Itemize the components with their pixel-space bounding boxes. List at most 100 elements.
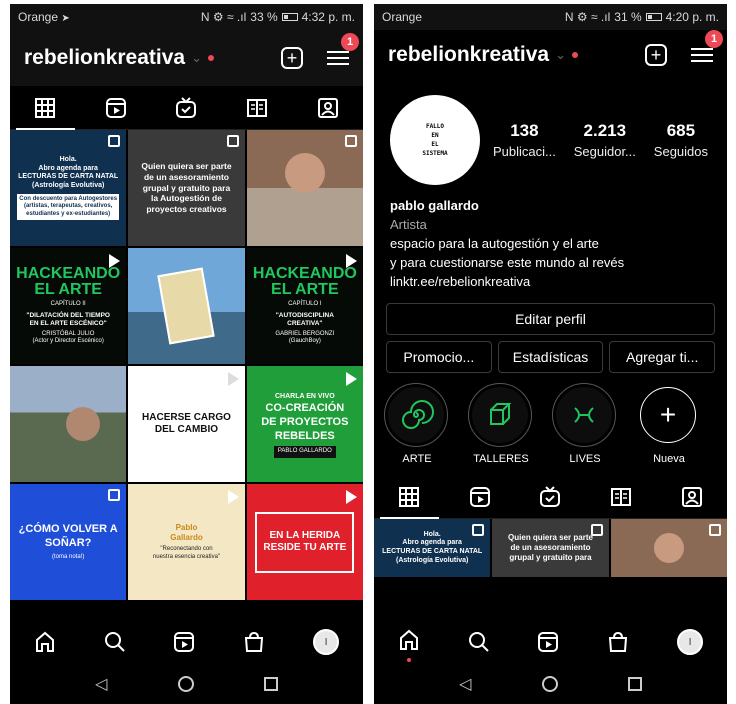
bio-link[interactable]: linktr.ee/rebelionkreativa — [390, 272, 711, 291]
reel-icon — [227, 372, 239, 386]
post-tile[interactable]: HACKEANDO EL ARTE CAPÍTULO I "AUTODISCIP… — [246, 248, 363, 364]
search-icon[interactable] — [104, 631, 126, 653]
reel-icon — [227, 490, 239, 504]
back-icon[interactable]: ◁ — [95, 674, 107, 694]
post-tile[interactable] — [128, 248, 245, 364]
carousel-icon — [472, 524, 485, 536]
story-highlights: ARTE TALLERES LIVES + Nueva — [374, 373, 727, 465]
menu-button[interactable]: 1 — [327, 33, 359, 69]
post-subtitle: "DILATACIÓN DEL TIEMPO EN EL ARTE ESCÉNI… — [26, 311, 110, 327]
reel-icon — [346, 490, 357, 504]
username[interactable]: rebelionkreativa — [388, 43, 549, 67]
profile-avatar-nav[interactable]: I — [313, 629, 340, 655]
avatar-text: FALLO EN EL SISTEMA — [422, 123, 448, 157]
post-tile[interactable]: Hola. Abro agenda para LECTURAS DE CARTA… — [374, 519, 491, 577]
tab-reels[interactable] — [81, 86, 152, 129]
post-tile[interactable]: Pablo Gallardo "Reconectando con nuestra… — [128, 484, 245, 600]
stat-following[interactable]: 685 Seguidos — [654, 121, 708, 159]
post-tile[interactable]: Hola. Abro agenda para LECTURAS DE CARTA… — [10, 130, 127, 246]
tab-igtv[interactable] — [515, 475, 586, 518]
status-bar: Orange ➤ N ⚙ ≈ .ıl 33 % 4:32 p. m. — [10, 4, 363, 30]
menu-button[interactable]: 1 — [691, 30, 723, 66]
post-tile[interactable] — [246, 130, 363, 246]
post-tile[interactable] — [610, 519, 727, 577]
profile-top-bar: rebelionkreativa ⌄ + 1 — [374, 30, 727, 80]
home-circle-icon[interactable] — [541, 676, 558, 692]
tab-guides[interactable] — [586, 475, 657, 518]
reels-nav-icon[interactable] — [537, 631, 559, 653]
post-subtitle: (toma nota!) — [51, 553, 85, 560]
post-tile[interactable]: EN LA HERIDA RESIDE TU ARTE — [246, 484, 363, 600]
chevron-down-icon[interactable]: ⌄ — [555, 47, 566, 63]
edit-profile-button[interactable]: Editar perfil — [386, 303, 715, 335]
notification-dot — [208, 55, 214, 61]
tab-reels[interactable] — [445, 475, 516, 518]
profile-avatar[interactable]: FALLO EN EL SISTEMA — [390, 95, 480, 185]
post-tile[interactable]: HACERSE CARGO DEL CAMBIO — [128, 366, 245, 482]
create-post-button[interactable]: + — [281, 47, 303, 69]
guides-icon — [611, 487, 632, 506]
igtv-icon — [176, 96, 197, 118]
post-chapter: CHARLA EN VIVO — [275, 393, 335, 401]
tab-guides[interactable] — [222, 86, 293, 129]
stat-posts[interactable]: 138 Publicaci... — [493, 121, 556, 159]
highlight-label: ARTE — [402, 453, 432, 465]
search-icon[interactable] — [468, 631, 490, 653]
post-tile[interactable]: HACKEANDO EL ARTE CAPÍTULO II "DILATACIÓ… — [10, 248, 127, 364]
reels-icon — [469, 486, 490, 507]
reel-icon — [346, 372, 357, 386]
clock: 4:20 p. m. — [665, 10, 719, 24]
tab-grid[interactable] — [374, 475, 445, 519]
profile-category: Artista — [390, 217, 427, 232]
highlight-arte[interactable]: ARTE — [384, 383, 450, 465]
recents-icon[interactable] — [263, 677, 278, 691]
insights-button[interactable]: Estadísticas — [497, 341, 604, 373]
tab-tagged[interactable] — [656, 475, 727, 518]
system-navigation: ◁ — [374, 664, 727, 704]
post-tile[interactable]: Quien quiera ser parte de un asesoramien… — [128, 130, 245, 246]
post-tile[interactable]: Quien quiera ser parte de un asesoramien… — [492, 519, 609, 577]
post-tile[interactable]: ¿CÓMO VOLVER A SOÑAR? (toma nota!) — [10, 484, 127, 600]
menu-badge: 1 — [705, 30, 723, 48]
back-icon[interactable]: ◁ — [459, 674, 471, 694]
post-title: ¿CÓMO VOLVER A SOÑAR? — [18, 523, 118, 549]
cube-icon — [490, 403, 512, 425]
highlight-lives[interactable]: LIVES — [552, 383, 618, 465]
igtv-icon — [540, 485, 561, 507]
post-tile[interactable]: CHARLA EN VIVO CO-CREACIÓN DE PROYECTOS … — [246, 366, 363, 482]
chevron-down-icon[interactable]: ⌄ — [191, 50, 202, 66]
highlight-talleres[interactable]: TALLERES — [468, 383, 534, 465]
carousel-icon — [108, 489, 121, 501]
shop-icon[interactable] — [607, 631, 629, 653]
username[interactable]: rebelionkreativa — [24, 46, 185, 70]
home-circle-icon[interactable] — [177, 676, 194, 692]
add-shop-button[interactable]: Agregar ti... — [609, 341, 716, 373]
tab-tagged[interactable] — [292, 86, 363, 129]
status-icons: N ⚙ ≈ .ıl — [564, 10, 611, 24]
highlight-new[interactable]: + Nueva — [636, 383, 702, 465]
profile-tabs — [10, 86, 363, 130]
tab-igtv[interactable] — [151, 86, 222, 129]
system-navigation: ◁ — [10, 664, 363, 704]
recents-icon[interactable] — [627, 677, 642, 691]
home-icon[interactable] — [34, 631, 56, 653]
profile-avatar-nav[interactable]: I — [677, 629, 704, 655]
grid-icon — [399, 486, 420, 507]
shop-icon[interactable] — [243, 631, 265, 653]
post-subtitle: PABLO GALLARDO — [273, 446, 336, 458]
home-icon — [399, 629, 418, 650]
stat-number: 685 — [666, 121, 696, 140]
photo-person — [66, 407, 101, 441]
stat-followers[interactable]: 2.213 Seguidor... — [574, 121, 636, 159]
post-subtitle: "Reconectando con nuestra esencia creati… — [152, 546, 221, 560]
tagged-icon — [681, 486, 702, 507]
home-tab[interactable] — [398, 629, 420, 662]
photo-face — [284, 153, 325, 193]
bio-line-1: espacio para la autogestión y el arte — [390, 236, 599, 251]
reels-nav-icon[interactable] — [173, 631, 195, 653]
create-post-button[interactable]: + — [645, 44, 667, 66]
activity-dot — [406, 657, 411, 662]
tab-grid[interactable] — [10, 86, 81, 130]
post-tile[interactable] — [10, 366, 127, 482]
promotions-button[interactable]: Promocio... — [386, 341, 492, 373]
